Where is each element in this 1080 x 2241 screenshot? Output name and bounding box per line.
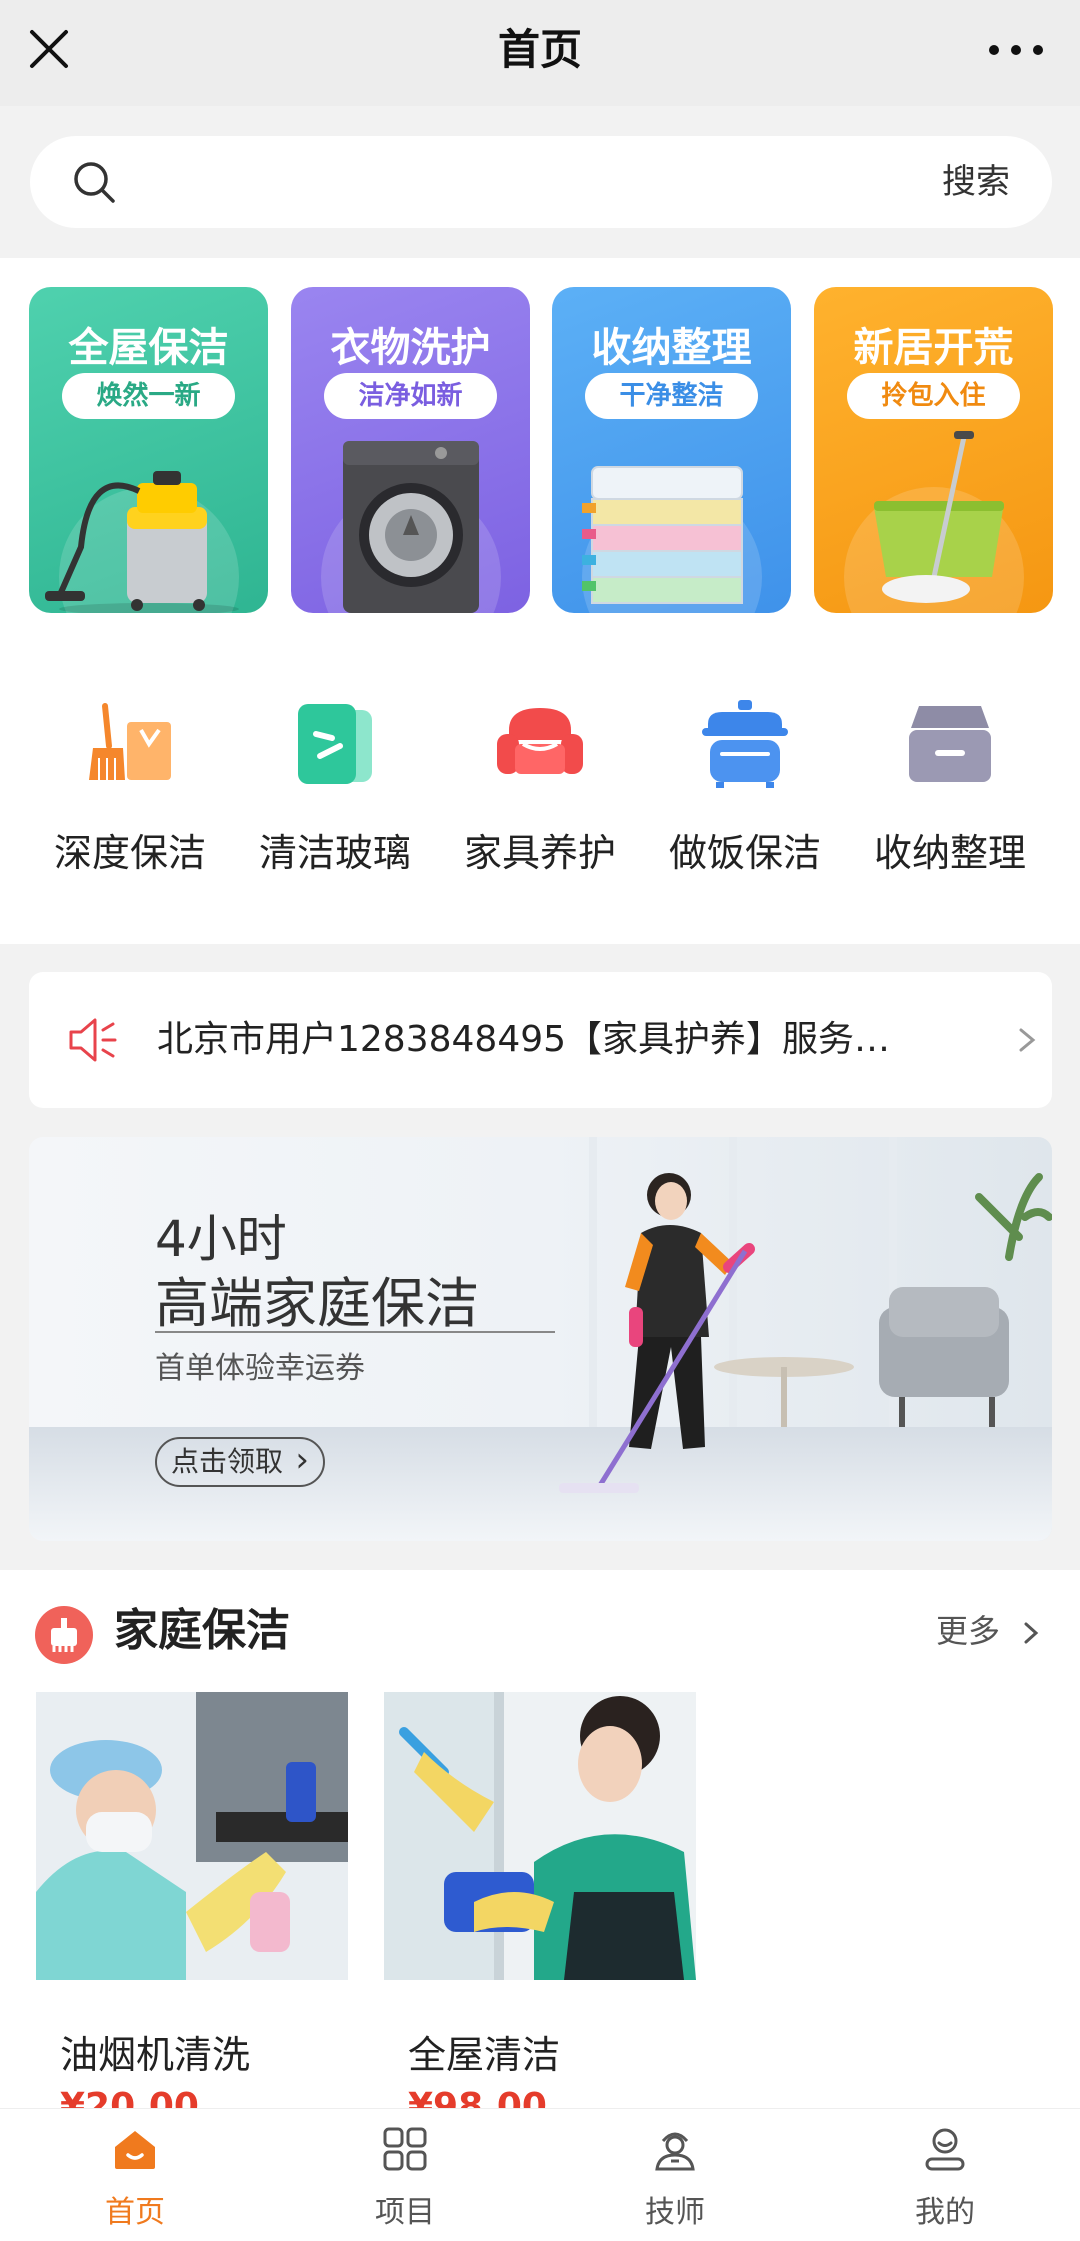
tab-home[interactable]: 首页 [0, 2109, 270, 2241]
card-title: 衣物洗护 [330, 325, 491, 371]
banner-subtitle: 首单体验幸运券 [155, 1351, 365, 1386]
banner-cta-button[interactable]: 点击领取 › [155, 1437, 326, 1487]
home-icon [115, 2131, 155, 2169]
category-storage[interactable]: 收纳整理 [848, 700, 1052, 880]
category-deep-cleaning[interactable]: 深度保洁 [28, 700, 232, 880]
product-image [36, 1692, 348, 1980]
feature-cards: 全屋保洁 焕然一新 衣物洗护 洁净如新 收纳整理 干净整洁 新居开荒 拎包入住 [29, 287, 1053, 613]
tab-label: 我的 [915, 2195, 975, 2230]
storage-bins-icon [582, 466, 743, 604]
category-glass-cleaning[interactable]: 清洁玻璃 [233, 700, 437, 880]
card-tag: 焕然一新 [62, 373, 235, 419]
category-label: 深度保洁 [53, 831, 206, 875]
washing-machine-icon [343, 441, 479, 613]
bottom-tab-bar: 首页 项目 技师 我的 [0, 2108, 1080, 2241]
mop-bucket-icon [874, 431, 1004, 603]
sofa-icon [497, 708, 583, 774]
category-label: 收纳整理 [873, 831, 1026, 875]
banner-divider [155, 1331, 555, 1333]
search-icon [74, 162, 115, 203]
category-grid: 深度保洁 清洁玻璃 家具养护 做饭保洁 收纳整理 [0, 700, 1080, 880]
user-icon [925, 2128, 965, 2171]
product-name: 全屋清洁 [408, 2033, 561, 2077]
category-label: 做饭保洁 [668, 831, 821, 875]
category-label: 清洁玻璃 [258, 831, 411, 875]
card-laundry-care[interactable]: 衣物洗护 洁净如新 [291, 287, 530, 613]
notice-bar[interactable]: 北京市用户1283848495【家具护养】服务… [29, 972, 1052, 1108]
tab-mine[interactable]: 我的 [810, 2109, 1080, 2241]
card-tag: 洁净如新 [324, 373, 497, 419]
broom-icon [89, 703, 171, 780]
tab-label: 首页 [105, 2195, 165, 2230]
rice-cooker-icon [702, 700, 788, 788]
vacuum-cleaner-icon [45, 471, 239, 613]
card-whole-house-cleaning[interactable]: 全屋保洁 焕然一新 [29, 287, 268, 613]
chevron-right-icon: › [295, 1440, 310, 1480]
card-title: 全屋保洁 [68, 325, 229, 371]
card-tag: 拎包入住 [847, 373, 1020, 419]
tab-projects[interactable]: 项目 [270, 2109, 540, 2241]
category-label: 家具养护 [463, 831, 616, 875]
category-cooking-cleaning[interactable]: 做饭保洁 [643, 700, 847, 880]
storage-box-icon [909, 706, 991, 782]
home-cleaning-section: 家庭保洁 更多 油烟机清洗 ¥20.00 全屋清洁 ¥98.00 [0, 1570, 1080, 2127]
card-title: 收纳整理 [591, 325, 752, 371]
banner-line2: 高端家庭保洁 [155, 1272, 479, 1335]
section-title: 家庭保洁 [114, 1605, 290, 1656]
card-title: 新居开荒 [853, 325, 1014, 371]
product-card[interactable]: 油烟机清洗 ¥20.00 [36, 1692, 348, 2127]
broom-badge-icon [35, 1606, 93, 1664]
promo-banner[interactable]: 4小时 高端家庭保洁 首单体验幸运券 点击领取 › [29, 1137, 1052, 1541]
category-furniture-care[interactable]: 家具养护 [438, 700, 642, 880]
tab-technician[interactable]: 技师 [540, 2109, 810, 2241]
product-name: 油烟机清洗 [60, 2033, 251, 2077]
notice-text: 北京市用户1283848495【家具护养】服务… [157, 1019, 891, 1060]
card-tag: 干净整洁 [585, 373, 758, 419]
title-bar: 首页 [0, 0, 1080, 106]
grid-icon [383, 2127, 427, 2171]
product-image [384, 1692, 696, 1980]
card-new-home-cleaning[interactable]: 新居开荒 拎包入住 [814, 287, 1053, 613]
search-section: 搜索 [0, 106, 1080, 258]
technician-icon [655, 2132, 695, 2171]
more-link[interactable]: 更多 [936, 1570, 1000, 1692]
tab-label: 项目 [375, 2195, 435, 2230]
glass-icon [298, 704, 372, 784]
search-button[interactable]: 搜索 [942, 136, 1010, 228]
chevron-right-icon [1019, 1028, 1036, 1052]
card-storage-organizing[interactable]: 收纳整理 干净整洁 [552, 287, 791, 613]
chevron-right-icon[interactable] [1022, 1620, 1040, 1646]
speaker-icon [69, 1018, 117, 1062]
product-card[interactable]: 全屋清洁 ¥98.00 [384, 1692, 696, 2127]
search-input[interactable]: 搜索 [30, 136, 1052, 228]
section-header: 家庭保洁 更多 [0, 1570, 1080, 1692]
page-title: 首页 [497, 25, 582, 74]
tab-label: 技师 [645, 2195, 705, 2230]
more-dots-icon[interactable] [986, 40, 1046, 60]
